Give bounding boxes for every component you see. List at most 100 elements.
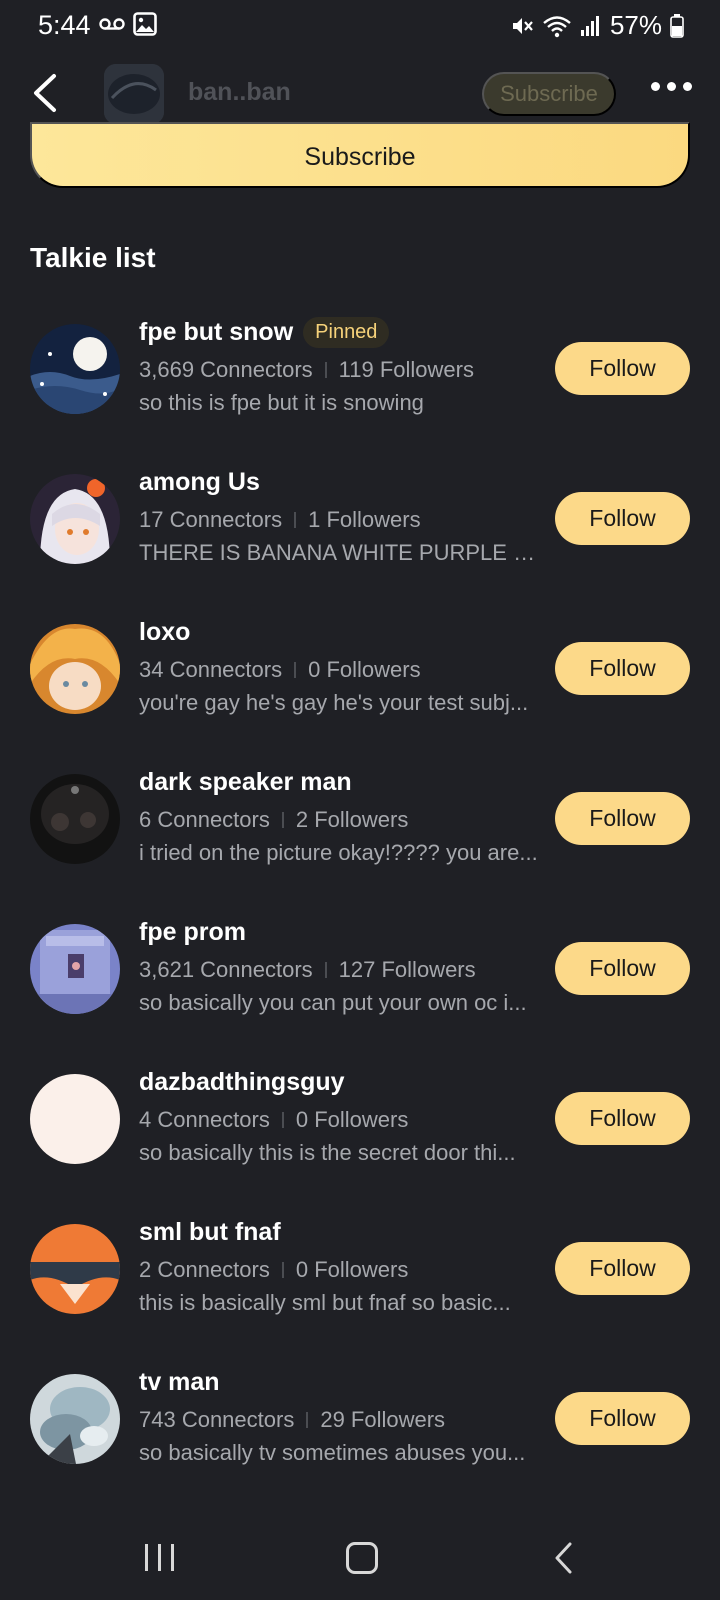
talkie-description: so basically this is the secret door thi… xyxy=(139,1140,516,1165)
connectors-count: 6 Connectors xyxy=(139,807,270,832)
followers-count: 1 Followers xyxy=(308,507,421,532)
talkie-description: THERE IS BANANA WHITE PURPLE RE... xyxy=(139,540,549,565)
talkie-stats: 4 Connectors 0 Followers xyxy=(139,1104,549,1136)
talkie-name: loxo xyxy=(139,617,191,646)
status-time: 5:44 xyxy=(38,10,91,40)
follow-button[interactable]: Follow xyxy=(555,1242,690,1295)
divider xyxy=(281,1262,284,1278)
talkie-stats: 2 Connectors 0 Followers xyxy=(139,1254,549,1286)
voicemail-icon xyxy=(99,18,125,30)
connectors-count: 17 Connectors xyxy=(139,507,283,532)
pinned-badge: Pinned xyxy=(303,316,390,348)
talkie-stats: 34 Connectors 0 Followers xyxy=(139,654,549,686)
avatar[interactable] xyxy=(30,774,120,864)
list-item[interactable]: tv man 743 Connectors 29 Followers so ba… xyxy=(0,1350,720,1500)
connectors-count: 743 Connectors xyxy=(139,1407,295,1432)
talkie-name: fpe but snow xyxy=(139,317,294,346)
nav-back-icon[interactable] xyxy=(552,1540,576,1576)
talkie-info: fpe but snow Pinned 3,669 Connectors 119… xyxy=(139,314,549,416)
follow-button[interactable]: Follow xyxy=(555,492,690,545)
talkie-stats: 3,669 Connectors 119 Followers xyxy=(139,354,549,386)
status-bar: 5:44 57% xyxy=(0,0,720,52)
connectors-count: 3,669 Connectors xyxy=(139,357,313,382)
divider xyxy=(281,812,284,828)
talkie-info: among Us 17 Connectors 1 Followers THERE… xyxy=(139,464,549,566)
divider xyxy=(324,962,327,978)
talkie-description: this is basically sml but fnaf so basic.… xyxy=(139,1290,511,1315)
follow-button[interactable]: Follow xyxy=(555,1092,690,1145)
follow-button[interactable]: Follow xyxy=(555,792,690,845)
list-item[interactable]: loxo 34 Connectors 0 Followers you're ga… xyxy=(0,600,720,750)
home-icon[interactable] xyxy=(346,1542,378,1574)
back-arrow-icon[interactable] xyxy=(26,70,66,116)
talkie-description: you're gay he's gay he's your test subj.… xyxy=(139,690,529,715)
more-options-icon[interactable] xyxy=(651,82,692,91)
follow-button[interactable]: Follow xyxy=(555,1392,690,1445)
talkie-description: so basically you can put your own oc i..… xyxy=(139,990,527,1015)
list-item[interactable]: dazbadthingsguy 4 Connectors 0 Followers… xyxy=(0,1050,720,1200)
talkie-stats: 6 Connectors 2 Followers xyxy=(139,804,549,836)
divider xyxy=(324,362,327,378)
status-left-icons xyxy=(99,12,157,36)
section-title: Talkie list xyxy=(30,242,156,273)
followers-count: 29 Followers xyxy=(320,1407,446,1432)
followers-count: 119 Followers xyxy=(338,357,474,382)
battery-icon xyxy=(670,13,684,38)
creator-avatar[interactable] xyxy=(104,64,164,124)
talkie-name: among Us xyxy=(139,467,260,496)
list-item[interactable]: sml but fnaf 2 Connectors 0 Followers th… xyxy=(0,1200,720,1350)
follow-button[interactable]: Follow xyxy=(555,642,690,695)
follow-button[interactable]: Follow xyxy=(555,942,690,995)
followers-count: 2 Followers xyxy=(295,807,409,832)
followers-count: 0 Followers xyxy=(295,1257,409,1282)
list-item[interactable]: fpe but snow Pinned 3,669 Connectors 119… xyxy=(0,300,720,450)
avatar[interactable] xyxy=(30,924,120,1014)
followers-count: 0 Followers xyxy=(295,1107,409,1132)
talkie-description: i tried on the picture okay!???? you are… xyxy=(139,840,538,865)
talkie-info: dazbadthingsguy 4 Connectors 0 Followers… xyxy=(139,1064,549,1166)
talkie-name: dazbadthingsguy xyxy=(139,1067,345,1096)
talkie-name: dark speaker man xyxy=(139,767,352,796)
header-subscribe-button[interactable]: Subscribe xyxy=(482,72,616,116)
screen: 5:44 57% ban..ban Subscribe Subscribe Ta… xyxy=(0,0,720,1600)
connectors-count: 3,621 Connectors xyxy=(139,957,313,982)
talkie-name: tv man xyxy=(139,1367,220,1396)
avatar[interactable] xyxy=(30,624,120,714)
subscribe-button[interactable]: Subscribe xyxy=(30,122,690,188)
list-item[interactable]: among Us 17 Connectors 1 Followers THERE… xyxy=(0,450,720,600)
divider xyxy=(281,1112,284,1128)
connectors-count: 34 Connectors xyxy=(139,657,283,682)
list-item[interactable]: fpe prom 3,621 Connectors 127 Followers … xyxy=(0,900,720,1050)
mute-icon xyxy=(512,17,533,34)
recents-icon[interactable] xyxy=(145,1544,174,1571)
connectors-count: 4 Connectors xyxy=(139,1107,270,1132)
talkie-info: sml but fnaf 2 Connectors 0 Followers th… xyxy=(139,1214,549,1316)
talkie-info: fpe prom 3,621 Connectors 127 Followers … xyxy=(139,914,549,1016)
followers-count: 127 Followers xyxy=(338,957,476,982)
status-right: 57% xyxy=(510,10,684,41)
avatar[interactable] xyxy=(30,1374,120,1464)
system-nav-bar xyxy=(0,1520,720,1600)
divider xyxy=(294,662,297,678)
list-item[interactable]: dark speaker man 6 Connectors 2 Follower… xyxy=(0,750,720,900)
talkie-stats: 17 Connectors 1 Followers xyxy=(139,504,549,536)
talkie-info: dark speaker man 6 Connectors 2 Follower… xyxy=(139,764,549,866)
talkie-stats: 743 Connectors 29 Followers xyxy=(139,1404,549,1436)
avatar[interactable] xyxy=(30,324,120,414)
follow-button[interactable]: Follow xyxy=(555,342,690,395)
talkie-stats: 3,621 Connectors 127 Followers xyxy=(139,954,549,986)
divider xyxy=(306,1412,309,1428)
gallery-icon xyxy=(133,12,157,36)
talkie-info: tv man 743 Connectors 29 Followers so ba… xyxy=(139,1364,549,1466)
talkie-description: so basically tv sometimes abuses you... xyxy=(139,1440,526,1465)
followers-count: 0 Followers xyxy=(308,657,421,682)
battery-percentage: 57% xyxy=(609,10,662,40)
creator-name: ban..ban xyxy=(188,78,291,106)
avatar[interactable] xyxy=(30,1074,120,1164)
avatar[interactable] xyxy=(30,474,120,564)
signal-icon xyxy=(580,15,599,36)
talkie-name: sml but fnaf xyxy=(139,1217,281,1246)
divider xyxy=(294,512,297,528)
avatar[interactable] xyxy=(30,1224,120,1314)
talkie-list: fpe but snow Pinned 3,669 Connectors 119… xyxy=(0,300,720,1500)
